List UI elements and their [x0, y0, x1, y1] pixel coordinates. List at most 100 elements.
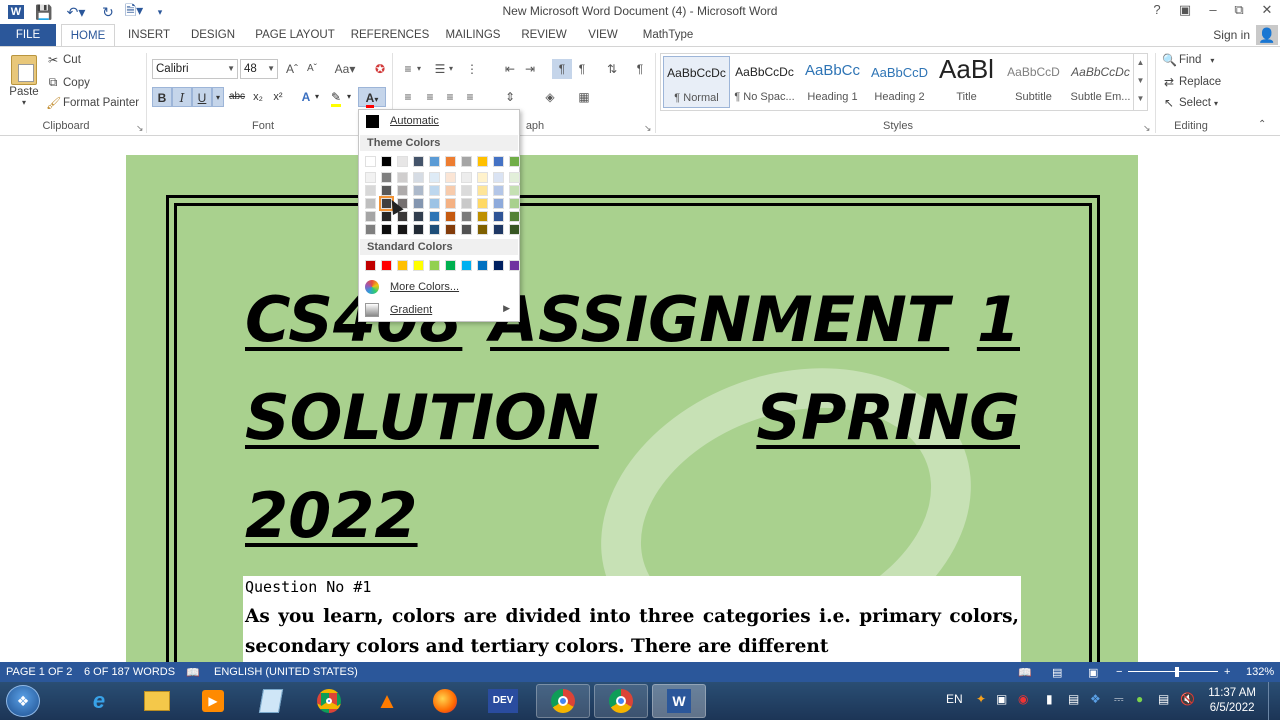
styles-launcher-icon[interactable]: ↘ — [1143, 123, 1151, 134]
clear-formatting-icon[interactable]: ✪ — [370, 59, 390, 79]
theme-shade-swatch[interactable] — [477, 172, 488, 183]
standard-color-swatch[interactable] — [413, 260, 424, 271]
align-center-icon[interactable]: ≡ — [420, 87, 440, 107]
vlc-icon[interactable]: ▲ — [360, 684, 414, 718]
theme-color-swatch[interactable] — [381, 156, 392, 167]
superscript-button[interactable]: x² — [268, 87, 288, 107]
theme-shade-swatch[interactable] — [477, 185, 488, 196]
increase-indent-icon[interactable]: ⇥ — [520, 59, 540, 79]
tab-insert[interactable]: INSERT — [122, 24, 176, 46]
paragraph-launcher-icon[interactable]: ↘ — [644, 123, 652, 134]
title-line-2[interactable]: SOLUTION SPRING — [245, 383, 1020, 453]
more-colors-item[interactable]: More Colors... — [360, 277, 518, 297]
theme-shade-swatch[interactable] — [461, 185, 472, 196]
web-layout-icon[interactable]: ▣ — [1088, 666, 1098, 679]
highlighter-icon[interactable]: ✎ — [326, 87, 346, 107]
chevron-up-icon[interactable]: ▲ — [1134, 54, 1147, 72]
theme-shade-swatch[interactable] — [413, 185, 424, 196]
dev-cpp-icon[interactable]: DEV — [476, 684, 530, 718]
zoom-slider-thumb[interactable] — [1175, 667, 1179, 677]
theme-shade-swatch[interactable] — [381, 185, 392, 196]
restore-button[interactable]: ⧉ — [1226, 2, 1252, 22]
tab-home[interactable]: HOME — [61, 24, 115, 47]
theme-shade-swatch[interactable] — [509, 224, 520, 235]
style-heading-1[interactable]: AaBbCc Heading 1 — [799, 56, 866, 108]
language-indicator[interactable]: EN — [946, 692, 963, 706]
standard-color-swatch[interactable] — [381, 260, 392, 271]
media-player-icon[interactable]: ▶ — [186, 684, 240, 718]
ribbon-display-button[interactable]: ▣ — [1172, 2, 1198, 22]
tab-design[interactable]: DESIGN — [186, 24, 240, 46]
word-count[interactable]: 6 OF 187 WORDS — [84, 666, 175, 678]
theme-shade-swatch[interactable] — [413, 172, 424, 183]
gradient-item[interactable]: Gradient ▶ — [360, 300, 518, 320]
theme-shade-swatch[interactable] — [397, 211, 408, 222]
standard-color-swatch[interactable] — [365, 260, 376, 271]
borders-icon[interactable]: ▦ — [574, 87, 594, 107]
standard-color-swatch[interactable] — [429, 260, 440, 271]
page-count[interactable]: PAGE 1 OF 2 — [6, 666, 72, 678]
start-button[interactable]: ❖ — [6, 685, 40, 717]
strikethrough-button[interactable]: abc — [226, 87, 248, 107]
standard-color-swatch[interactable] — [477, 260, 488, 271]
chrome-icon[interactable] — [536, 684, 590, 718]
theme-shade-swatch[interactable] — [493, 185, 504, 196]
security-icon[interactable]: ● — [1136, 692, 1143, 706]
find-button[interactable]: 🔍 Find ▾ — [1162, 53, 1214, 67]
style-subtitle[interactable]: AaBbCcD Subtitle — [1000, 56, 1067, 108]
theme-shade-swatch[interactable] — [445, 172, 456, 183]
tray-app-icon[interactable]: ✦ — [976, 692, 986, 706]
notepad-icon[interactable] — [244, 684, 298, 718]
zoom-level[interactable]: 132% — [1246, 666, 1274, 678]
style-title[interactable]: AaBl Title — [933, 54, 1000, 108]
automatic-color-item[interactable]: Automatic — [360, 112, 518, 132]
theme-shade-swatch[interactable] — [509, 198, 520, 209]
bold-button[interactable]: B — [152, 87, 172, 107]
change-case-button[interactable]: Aa▾ — [330, 59, 360, 79]
theme-shade-swatch[interactable] — [493, 211, 504, 222]
theme-shade-swatch[interactable] — [445, 185, 456, 196]
standard-color-swatch[interactable] — [445, 260, 456, 271]
font-name-combo[interactable]: Calibri ▼ — [152, 59, 238, 79]
chevron-down-icon[interactable]: ▾ — [446, 59, 456, 79]
format-painter-button[interactable]: 🖌 Format Painter — [46, 96, 139, 110]
question-box[interactable]: Question No #1 As you learn, colors are … — [243, 576, 1021, 662]
theme-shade-swatch[interactable] — [493, 198, 504, 209]
theme-shade-swatch[interactable] — [381, 224, 392, 235]
file-explorer-icon[interactable] — [130, 684, 184, 718]
theme-shade-swatch[interactable] — [397, 172, 408, 183]
print-layout-icon[interactable]: ▤ — [1052, 666, 1062, 679]
theme-shade-swatch[interactable] — [381, 172, 392, 183]
user-avatar-icon[interactable]: 👤 — [1256, 25, 1278, 45]
shading-icon[interactable]: ◈ — [540, 87, 560, 107]
theme-shade-swatch[interactable] — [413, 198, 424, 209]
tray-app-icon[interactable]: ◉ — [1018, 692, 1028, 706]
sort-icon[interactable]: ⇅ — [602, 59, 622, 79]
theme-shade-swatch[interactable] — [477, 224, 488, 235]
theme-shade-swatch[interactable] — [445, 224, 456, 235]
chrome-icon[interactable] — [594, 684, 648, 718]
tab-view[interactable]: VIEW — [580, 24, 626, 46]
zoom-slider-track[interactable] — [1128, 671, 1218, 672]
tray-app-icon[interactable]: ▣ — [996, 692, 1007, 706]
font-size-combo[interactable]: 48 ▼ — [240, 59, 278, 79]
underline-dropdown-icon[interactable]: ▾ — [212, 87, 224, 107]
theme-shade-swatch[interactable] — [429, 198, 440, 209]
align-left-icon[interactable]: ≡ — [398, 87, 418, 107]
theme-shade-swatch[interactable] — [477, 198, 488, 209]
word-icon[interactable]: W — [652, 684, 706, 718]
copy-button[interactable]: ⧉ Copy — [46, 75, 90, 90]
rtl-direction-icon[interactable]: ¶ — [572, 59, 592, 79]
multilevel-list-icon[interactable]: ⋮ — [462, 59, 482, 79]
document-page[interactable]: CS408 ASSIGNMENT 1 SOLUTION SPRING 2022 … — [126, 155, 1138, 662]
collapse-ribbon-icon[interactable]: ⌃ — [1258, 119, 1266, 130]
network-icon[interactable]: ▤ — [1158, 692, 1169, 706]
usb-icon[interactable]: ⎓ — [1114, 692, 1124, 707]
theme-shade-swatch[interactable] — [445, 198, 456, 209]
network-icon[interactable]: ▤ — [1068, 692, 1079, 706]
standard-color-swatch[interactable] — [397, 260, 408, 271]
chevron-down-icon[interactable]: ▾ — [312, 87, 322, 107]
show-marks-icon[interactable]: ¶ — [630, 59, 650, 79]
zoom-out-button[interactable]: − — [1116, 666, 1122, 678]
theme-shade-swatch[interactable] — [397, 185, 408, 196]
